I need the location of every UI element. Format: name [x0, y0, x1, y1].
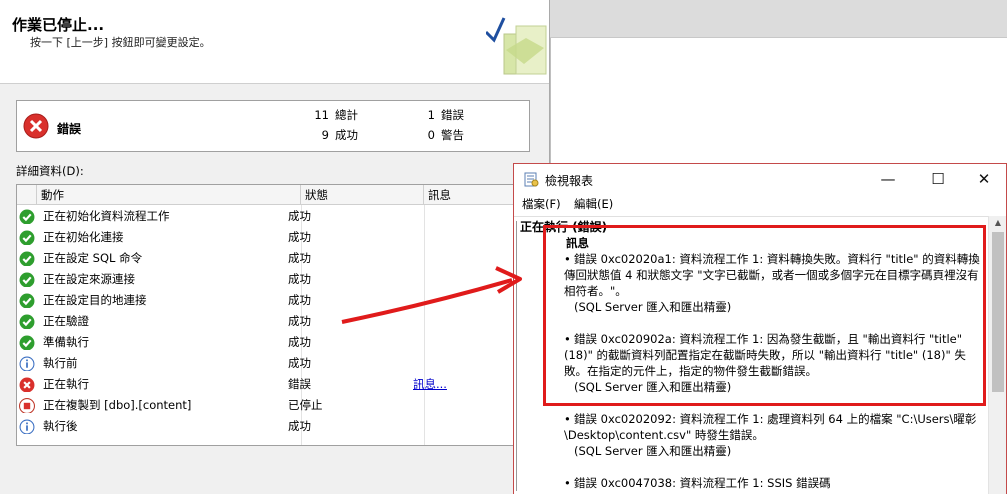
row-message-link: [413, 248, 520, 269]
row-action: 準備執行: [43, 335, 89, 349]
error-message-4: • 錯誤 0xc0047038: 資料流程工作 1: SSIS 錯誤碼: [564, 476, 831, 490]
table-row[interactable]: 正在複製到 [dbo].[content] 已停止: [17, 395, 529, 416]
row-action: 執行前: [43, 356, 78, 370]
row-action: 正在設定目的地連接: [43, 293, 147, 307]
error-icon: [23, 113, 49, 139]
report-title: 檢視報表: [545, 174, 594, 188]
row-action: 正在設定來源連接: [43, 272, 135, 286]
row-message-link: [413, 227, 520, 248]
row-message-link: [413, 332, 520, 353]
summary-panel: 錯誤 11 總計 9 成功 1 錯誤 0 警告: [16, 100, 530, 152]
column-header-action[interactable]: 動作: [37, 185, 301, 205]
menu-edit[interactable]: 編輯(E): [574, 196, 613, 212]
success-icon: [19, 272, 35, 287]
error-icon: [19, 377, 35, 392]
table-row[interactable]: 執行後 成功: [17, 416, 529, 437]
success-stat: 9 成功: [321, 128, 358, 142]
report-menubar: 檔案(F) 編輯(E): [514, 194, 1006, 214]
grid-header: 動作 狀態 訊息: [17, 185, 529, 205]
minimize-icon[interactable]: —: [868, 167, 908, 191]
error-stat: 1 錯誤: [427, 108, 464, 122]
info-icon: [19, 419, 35, 434]
row-action: 正在初始化資料流程工作: [43, 209, 170, 223]
highlight-box: [543, 225, 986, 406]
error-message-3: • 錯誤 0xc0202092: 資料流程工作 1: 處理資料列 64 上的檔案 …: [564, 412, 977, 442]
row-status: 成功: [288, 209, 311, 223]
warning-stat: 0 警告: [427, 128, 464, 142]
table-row[interactable]: 正在設定目的地連接 成功: [17, 290, 529, 311]
success-icon: [19, 314, 35, 329]
report-scrollbar[interactable]: ▲: [988, 216, 1006, 494]
row-action: 正在執行: [43, 377, 89, 391]
row-message-link[interactable]: 訊息...: [413, 374, 520, 395]
info-icon: [19, 356, 35, 371]
row-action: 正在初始化連接: [43, 230, 124, 244]
row-status: 成功: [288, 251, 311, 265]
details-grid[interactable]: 動作 狀態 訊息 正在初始化資料流程工作 成功 正在初始化連接 成功 正在設定 SQL …: [16, 184, 530, 446]
menu-file[interactable]: 檔案(F): [522, 196, 561, 212]
success-icon: [19, 209, 35, 224]
row-action: 正在驗證: [43, 314, 89, 328]
row-action: 執行後: [43, 419, 78, 433]
stop-icon: [19, 398, 35, 413]
row-message-link: [413, 206, 520, 227]
wizard-header-graphic-icon: [486, 17, 547, 75]
table-row[interactable]: 正在設定來源連接 成功: [17, 269, 529, 290]
table-row[interactable]: 正在執行 錯誤 訊息...: [17, 374, 529, 395]
success-icon: [19, 251, 35, 266]
error-source-3: (SQL Server 匯入和匯出精靈): [574, 444, 732, 458]
page-subtitle: 按一下 [上一步] 按鈕即可變更設定。: [30, 36, 211, 49]
row-status: 成功: [288, 335, 311, 349]
success-icon: [19, 293, 35, 308]
background-window-titlebar: [550, 0, 1007, 38]
table-row[interactable]: 正在驗證 成功: [17, 311, 529, 332]
details-label: 詳細資料(D):: [16, 164, 84, 178]
row-status: 成功: [288, 230, 311, 244]
row-action: 正在設定 SQL 命令: [43, 251, 143, 265]
row-message-link: [413, 311, 520, 332]
row-status: 錯誤: [288, 377, 311, 391]
close-icon[interactable]: ✕: [964, 167, 1004, 191]
table-row[interactable]: 正在初始化資料流程工作 成功: [17, 206, 529, 227]
column-header-status[interactable]: 狀態: [301, 185, 424, 205]
success-icon: [19, 335, 35, 350]
row-status: 成功: [288, 356, 311, 370]
wizard-header: 作業已停止... 按一下 [上一步] 按鈕即可變更設定。: [0, 0, 549, 84]
row-message-link: [413, 290, 520, 311]
tree-line: [516, 221, 517, 491]
row-message-link: [413, 269, 520, 290]
scroll-up-icon[interactable]: ▲: [992, 218, 1004, 230]
total-stat: 11 總計: [314, 108, 358, 122]
scrollbar-thumb[interactable]: [992, 232, 1004, 392]
wizard-window: 作業已停止... 按一下 [上一步] 按鈕即可變更設定。 錯誤 11 總計 9 成功…: [0, 0, 550, 494]
column-header-icon[interactable]: [17, 185, 37, 205]
row-status: 已停止: [288, 398, 323, 412]
table-row[interactable]: 執行前 成功: [17, 353, 529, 374]
row-message-link: [413, 416, 520, 437]
row-status: 成功: [288, 293, 311, 307]
page-title: 作業已停止...: [12, 16, 105, 34]
row-action: 正在複製到 [dbo].[content]: [43, 398, 192, 412]
table-row[interactable]: 準備執行 成功: [17, 332, 529, 353]
maximize-icon[interactable]: ☐: [918, 167, 958, 191]
success-icon: [19, 230, 35, 245]
row-status: 成功: [288, 272, 311, 286]
row-message-link: [413, 395, 520, 416]
table-row[interactable]: 正在初始化連接 成功: [17, 227, 529, 248]
row-message-link: [413, 353, 520, 374]
row-status: 成功: [288, 314, 311, 328]
report-app-icon: [524, 172, 539, 187]
row-status: 成功: [288, 419, 311, 433]
table-row[interactable]: 正在設定 SQL 命令 成功: [17, 248, 529, 269]
summary-status: 錯誤: [57, 122, 82, 136]
report-titlebar[interactable]: 檢視報表 — ☐ ✕: [514, 164, 1006, 194]
